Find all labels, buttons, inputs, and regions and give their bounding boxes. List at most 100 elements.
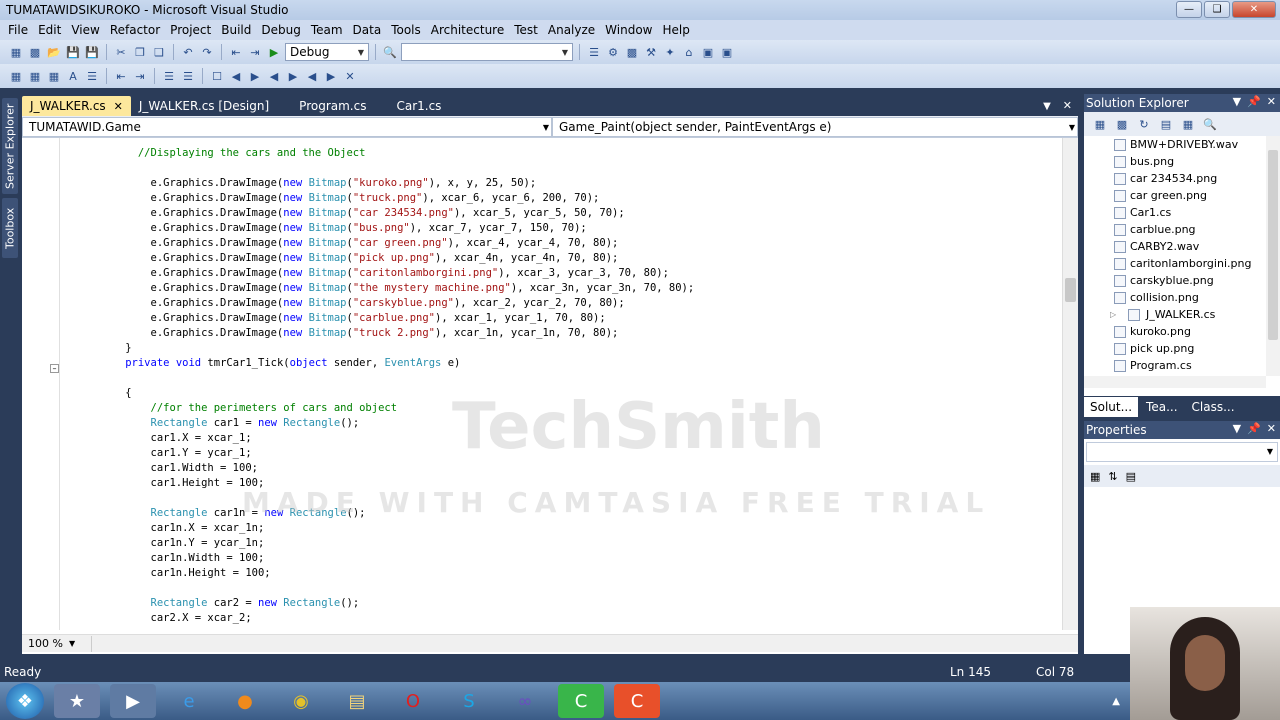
solution-item[interactable]: car 234534.png xyxy=(1084,170,1264,187)
other-windows-icon[interactable]: ▣ xyxy=(719,44,735,60)
code-line[interactable]: car1n.Width = 100; xyxy=(62,551,1062,566)
uncomment-icon[interactable]: ☰ xyxy=(180,68,196,84)
menu-item-help[interactable]: Help xyxy=(658,23,695,37)
command-window-icon[interactable]: ▣ xyxy=(700,44,716,60)
member-combo[interactable]: Game_Paint(object sender, PaintEventArgs… xyxy=(552,117,1078,137)
menu-item-edit[interactable]: Edit xyxy=(33,23,66,37)
scroll-thumb[interactable] xyxy=(1268,150,1278,340)
prev-bookmark-doc-icon[interactable]: ◀ xyxy=(304,68,320,84)
menu-item-file[interactable]: File xyxy=(3,23,33,37)
code-line[interactable]: car1n.Height = 100; xyxy=(62,566,1062,581)
tab-overflow-icon[interactable]: ▼ xyxy=(1037,101,1057,116)
code-line[interactable]: e.Graphics.DrawImage(new Bitmap("kuroko.… xyxy=(62,176,1062,191)
menu-item-project[interactable]: Project xyxy=(165,23,216,37)
solution-item[interactable]: kuroko.png xyxy=(1084,323,1264,340)
visual-studio-icon[interactable]: ∞ xyxy=(502,684,548,718)
undo-icon[interactable]: ↶ xyxy=(180,44,196,60)
code-line[interactable]: e.Graphics.DrawImage(new Bitmap("bus.png… xyxy=(62,221,1062,236)
solution-item[interactable]: pick up.png xyxy=(1084,340,1264,357)
explorer-folder-icon[interactable]: ▤ xyxy=(334,684,380,718)
horizontal-scrollbar[interactable]: 100 % ▼ xyxy=(22,634,1078,652)
show-all-files-icon[interactable]: ▩ xyxy=(1114,116,1130,132)
code-line[interactable]: Rectangle car2 = new Rectangle(); xyxy=(62,596,1062,611)
code-line[interactable]: car1n.Y = ycar_1n; xyxy=(62,536,1062,551)
collapse-icon[interactable]: – xyxy=(50,364,59,373)
code-line[interactable]: } xyxy=(62,341,1062,356)
menu-item-test[interactable]: Test xyxy=(509,23,543,37)
menu-item-build[interactable]: Build xyxy=(216,23,256,37)
close-document-icon[interactable]: ✕ xyxy=(1057,99,1078,116)
firefox-icon[interactable]: ● xyxy=(222,684,268,718)
solution-item[interactable]: collision.png xyxy=(1084,289,1264,306)
code-line[interactable]: e.Graphics.DrawImage(new Bitmap("cariton… xyxy=(62,266,1062,281)
menu-item-view[interactable]: View xyxy=(66,23,104,37)
solution-item[interactable]: CARBY2.wav xyxy=(1084,238,1264,255)
bookmark-icon[interactable]: ☐ xyxy=(209,68,225,84)
solution-explorer-icon[interactable]: ☰ xyxy=(586,44,602,60)
code-line[interactable]: e.Graphics.DrawImage(new Bitmap("truck 2… xyxy=(62,326,1062,341)
code-line[interactable]: e.Graphics.DrawImage(new Bitmap("the mys… xyxy=(62,281,1062,296)
expand-arrow-icon[interactable]: ▷ xyxy=(1110,310,1116,319)
view-designer-icon[interactable]: ▦ xyxy=(1180,116,1196,132)
start-page-icon[interactable]: ⌂ xyxy=(681,44,697,60)
class-combo[interactable]: TUMATAWID.Game ▼ xyxy=(22,117,552,137)
solution-item[interactable]: BMW+DRIVEBY.wav xyxy=(1084,136,1264,153)
property-pages-icon[interactable]: ▤ xyxy=(1126,470,1136,483)
menu-item-refactor[interactable]: Refactor xyxy=(105,23,165,37)
complete-word-icon[interactable]: A xyxy=(65,68,81,84)
media-player-icon[interactable]: ▶ xyxy=(110,684,156,718)
solution-horizontal-scrollbar[interactable] xyxy=(1084,376,1266,388)
close-button[interactable]: ✕ xyxy=(1232,1,1276,18)
properties-icon[interactable]: ▦ xyxy=(1092,116,1108,132)
paste-icon[interactable]: ❑ xyxy=(151,44,167,60)
close-icon[interactable]: ✕ xyxy=(1267,422,1276,435)
code-line[interactable]: private void tmrCar1_Tick(object sender,… xyxy=(62,356,1062,371)
solution-vertical-scrollbar[interactable] xyxy=(1266,136,1280,376)
next-bookmark-doc-icon[interactable]: ▶ xyxy=(323,68,339,84)
list-members-icon[interactable]: ▦ xyxy=(8,68,24,84)
skype-icon[interactable]: S xyxy=(446,684,492,718)
minimize-button[interactable]: — xyxy=(1176,1,1202,18)
tab-car1-cs[interactable]: Car1.cs xyxy=(388,96,449,116)
new-project-icon[interactable]: ▦ xyxy=(8,44,24,60)
view-class-diagram-icon[interactable]: 🔍 xyxy=(1202,116,1218,132)
maximize-button[interactable]: ❑ xyxy=(1204,1,1230,18)
chevron-down-icon[interactable]: ▼ xyxy=(1233,95,1241,108)
tab-program-cs[interactable]: Program.cs xyxy=(291,96,374,116)
solution-item[interactable]: carblue.png xyxy=(1084,221,1264,238)
menu-item-architecture[interactable]: Architecture xyxy=(426,23,509,37)
vertical-scrollbar[interactable] xyxy=(1062,138,1078,630)
chrome-icon[interactable]: ◉ xyxy=(278,684,324,718)
code-line[interactable]: e.Graphics.DrawImage(new Bitmap("car 234… xyxy=(62,206,1062,221)
tab-solution-explorer[interactable]: Solut... xyxy=(1084,397,1139,417)
app-icon[interactable]: ★ xyxy=(54,684,100,718)
code-line[interactable]: e.Graphics.DrawImage(new Bitmap("pick up… xyxy=(62,251,1062,266)
internet-explorer-icon[interactable]: e xyxy=(166,684,212,718)
clear-bookmarks-icon[interactable]: ✕ xyxy=(342,68,358,84)
save-all-icon[interactable]: 💾 xyxy=(84,44,100,60)
refresh-icon[interactable]: ↻ xyxy=(1136,116,1152,132)
properties-icon[interactable]: ⚙ xyxy=(605,44,621,60)
object-selector[interactable]: ▼ xyxy=(1086,442,1278,462)
chevron-down-icon[interactable]: ▼ xyxy=(1233,422,1241,435)
camtasia-studio-icon[interactable]: C xyxy=(614,684,660,718)
code-line[interactable]: e.Graphics.DrawImage(new Bitmap("carblue… xyxy=(62,311,1062,326)
code-line[interactable]: car1n.X = xcar_1n; xyxy=(62,521,1062,536)
menu-item-team[interactable]: Team xyxy=(306,23,348,37)
save-icon[interactable]: 💾 xyxy=(65,44,81,60)
extension-manager-icon[interactable]: ✦ xyxy=(662,44,678,60)
tab-team-explorer[interactable]: Tea... xyxy=(1140,397,1183,417)
code-line[interactable]: e.Graphics.DrawImage(new Bitmap("carskyb… xyxy=(62,296,1062,311)
camtasia-recorder-icon[interactable]: C xyxy=(558,684,604,718)
increase-indent-icon[interactable]: ⇥ xyxy=(132,68,148,84)
pin-icon[interactable]: 📌 xyxy=(1247,95,1261,108)
copy-icon[interactable]: ❐ xyxy=(132,44,148,60)
code-area[interactable]: //Displaying the cars and the Object e.G… xyxy=(62,146,1062,630)
pin-icon[interactable]: 📌 xyxy=(1247,422,1261,435)
menu-item-tools[interactable]: Tools xyxy=(386,23,426,37)
toolbox-icon[interactable]: ⚒ xyxy=(643,44,659,60)
view-code-icon[interactable]: ▤ xyxy=(1158,116,1174,132)
solution-item[interactable]: Program.cs xyxy=(1084,357,1264,374)
code-line[interactable]: car2.X = xcar_2; xyxy=(62,611,1062,626)
categorized-icon[interactable]: ▦ xyxy=(1090,470,1100,483)
